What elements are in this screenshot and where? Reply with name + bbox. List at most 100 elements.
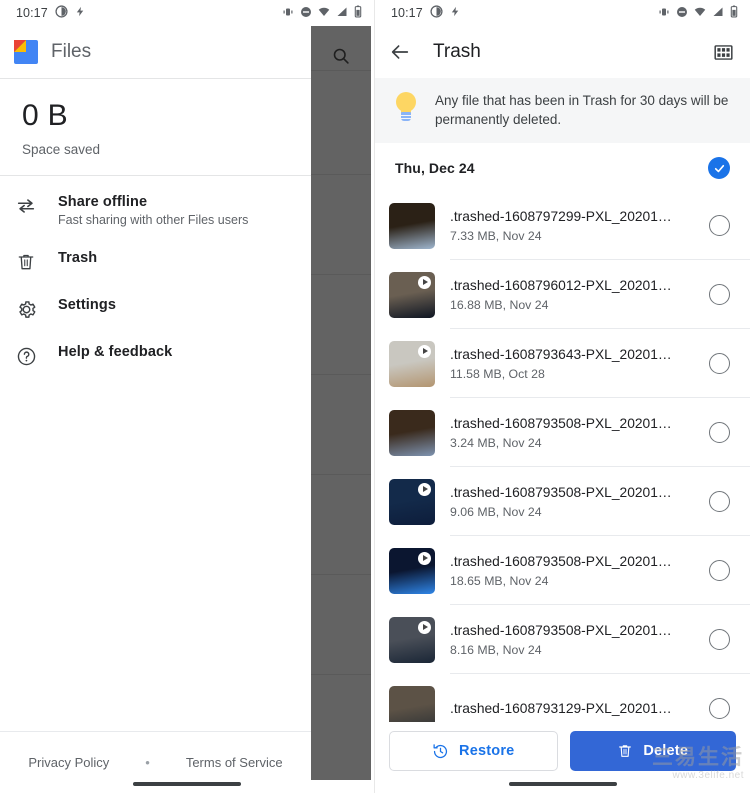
battery-icon (354, 5, 362, 21)
file-name: .trashed-1608793508-PXL_20201… (450, 622, 672, 638)
navigation-drawer: Files 0 B Space saved Share offline Fast… (0, 26, 311, 793)
share-offline-icon (14, 194, 38, 218)
battery-saver-icon (450, 5, 461, 21)
file-meta: 8.16 MB, Nov 24 (450, 642, 542, 657)
do-not-disturb-icon (300, 6, 312, 21)
gesture-nav-bar[interactable] (133, 782, 241, 786)
sidebar-item-settings[interactable]: Settings (0, 285, 311, 332)
page-title: Trash (433, 41, 481, 62)
status-bar-clock: 10:17 (391, 6, 423, 20)
file-thumbnail (389, 340, 435, 387)
status-bar-right-group (657, 5, 738, 21)
file-select-radio[interactable] (709, 560, 730, 582)
restore-button[interactable]: Restore (389, 731, 558, 771)
file-info: .trashed-1608793643-PXL_20201… 11.58 MB, … (450, 347, 709, 381)
file-meta: 9.06 MB, Nov 24 (450, 504, 542, 519)
scrim-divider (311, 574, 371, 575)
sidebar-item-share-offline[interactable]: Share offline Fast sharing with other Fi… (0, 182, 311, 238)
file-thumbnail (389, 547, 435, 594)
dual-screenshot: 10:17 Files 0 B Space saved Share offlin… (0, 0, 750, 793)
scrim-divider (311, 174, 371, 175)
file-select-radio[interactable] (709, 491, 730, 513)
gesture-nav-bar[interactable] (508, 782, 617, 786)
play-badge-icon (418, 551, 431, 565)
table-row[interactable]: .trashed-1608793643-PXL_20201… 11.58 MB, … (375, 329, 750, 399)
app-name-label: Files (51, 41, 92, 62)
sidebar-item-body: Trash (58, 249, 97, 266)
file-select-radio[interactable] (709, 422, 730, 444)
grid-view-icon[interactable] (713, 42, 734, 63)
file-name: .trashed-1608793508-PXL_20201… (450, 415, 672, 431)
sidebar-item-label: Trash (58, 250, 98, 266)
file-select-radio[interactable] (709, 698, 730, 720)
sidebar-item-label: Help & feedback (58, 344, 173, 360)
file-name: .trashed-1608793129-PXL_20201… (450, 701, 672, 717)
trash-icon (14, 250, 38, 274)
file-thumbnail (389, 271, 435, 318)
status-bar-left: 10:17 (0, 0, 374, 26)
night-light-icon (430, 5, 443, 21)
privacy-policy-link[interactable]: Privacy Policy (28, 755, 109, 770)
lightbulb-icon (393, 92, 419, 122)
wifi-icon (693, 6, 707, 21)
space-saved-block: 0 B Space saved (0, 79, 311, 175)
sidebar-item-sublabel: Fast sharing with other Files users (58, 213, 249, 227)
scrim-divider (311, 274, 371, 275)
table-row[interactable]: .trashed-1608793508-PXL_20201… 18.65 MB, … (375, 536, 750, 606)
file-info: .trashed-1608793508-PXL_20201… 9.06 MB, N… (450, 485, 709, 519)
help-circle-icon (14, 344, 38, 368)
status-bar-right-group (281, 5, 362, 21)
file-select-radio[interactable] (709, 284, 730, 306)
file-select-radio[interactable] (709, 353, 730, 375)
back-arrow-icon[interactable] (389, 41, 411, 63)
left-screen-files-drawer: 10:17 Files 0 B Space saved Share offlin… (0, 0, 375, 793)
check-circle-icon[interactable] (708, 157, 730, 180)
gear-icon (14, 297, 38, 321)
restore-clock-icon (432, 743, 449, 760)
sidebar-item-trash[interactable]: Trash (0, 238, 311, 285)
footer-separator: • (145, 755, 150, 770)
file-select-radio[interactable] (709, 215, 730, 237)
sidebar-item-label: Settings (58, 297, 116, 313)
wifi-icon (317, 6, 331, 21)
action-bar: Restore Delete (375, 722, 750, 780)
vibrate-icon (281, 6, 295, 21)
files-logo-icon (14, 40, 38, 64)
table-row[interactable]: .trashed-1608793508-PXL_20201… 8.16 MB, N… (375, 605, 750, 675)
battery-saver-icon (75, 5, 86, 21)
date-group-header[interactable]: Thu, Dec 24 (375, 143, 750, 191)
table-row[interactable]: .trashed-1608793508-PXL_20201… 3.24 MB, N… (375, 398, 750, 468)
space-saved-label: Space saved (22, 142, 101, 157)
play-badge-icon (418, 275, 431, 289)
drawer-header: Files (0, 26, 311, 78)
status-bar-right: 10:17 (375, 0, 750, 26)
sidebar-item-help-feedback[interactable]: Help & feedback (0, 332, 311, 379)
file-thumbnail (389, 202, 435, 249)
play-badge-icon (418, 482, 431, 496)
terms-of-service-link[interactable]: Terms of Service (186, 755, 283, 770)
battery-icon (730, 5, 738, 21)
sidebar-item-label: Share offline (58, 194, 148, 210)
delete-button[interactable]: Delete (569, 731, 736, 771)
scrim-divider (311, 674, 371, 675)
do-not-disturb-icon (676, 6, 688, 21)
file-info: .trashed-1608796012-PXL_20201… 16.88 MB, … (450, 278, 709, 312)
table-row[interactable]: .trashed-1608797299-PXL_20201… 7.33 MB, N… (375, 191, 750, 261)
app-bar: Trash (375, 26, 750, 78)
file-meta: 7.33 MB, Nov 24 (450, 228, 542, 243)
file-info: .trashed-1608793508-PXL_20201… 8.16 MB, N… (450, 623, 709, 657)
file-thumbnail (389, 616, 435, 663)
file-select-radio[interactable] (709, 629, 730, 651)
drawer-scrim[interactable] (311, 26, 371, 780)
search-icon[interactable] (311, 34, 371, 78)
table-row[interactable]: .trashed-1608793508-PXL_20201… 9.06 MB, N… (375, 467, 750, 537)
delete-button-label: Delete (643, 743, 689, 759)
file-info: .trashed-1608793508-PXL_20201… 3.24 MB, N… (450, 416, 709, 450)
trash-icon (617, 743, 633, 759)
trash-retention-tip: Any file that has been in Trash for 30 d… (375, 78, 750, 144)
date-group-label: Thu, Dec 24 (395, 160, 475, 177)
file-name: .trashed-1608793508-PXL_20201… (450, 553, 672, 569)
status-bar-left-group: 10:17 (391, 5, 461, 21)
restore-button-label: Restore (459, 743, 515, 759)
table-row[interactable]: .trashed-1608796012-PXL_20201… 16.88 MB, … (375, 260, 750, 330)
